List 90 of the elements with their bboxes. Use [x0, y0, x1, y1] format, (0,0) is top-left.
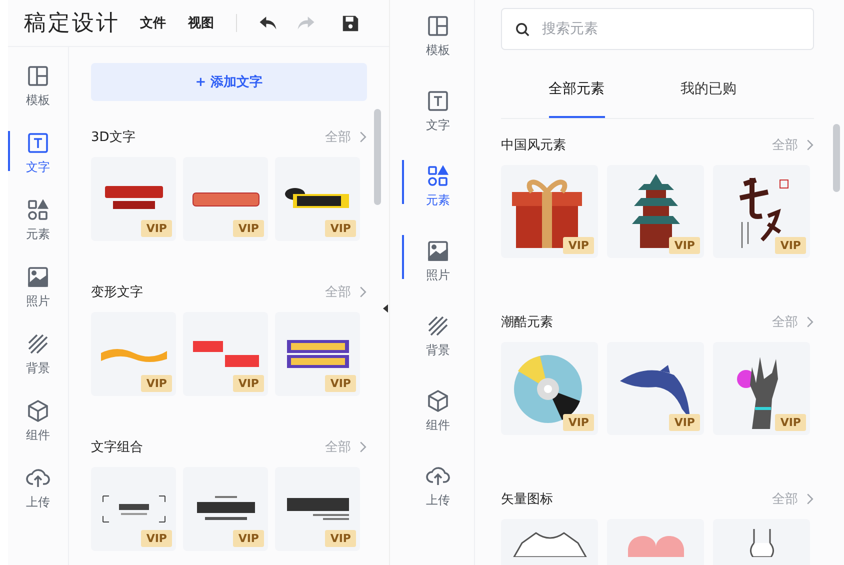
view-all-link[interactable]: 全部 — [772, 490, 814, 508]
vip-badge: VIP — [325, 375, 356, 392]
view-all-link[interactable]: 全部 — [772, 313, 814, 331]
chevron-right-icon — [359, 441, 367, 453]
text-icon — [426, 89, 450, 113]
template-card[interactable]: VIP — [183, 312, 268, 396]
cube-icon — [26, 399, 50, 423]
sidebar-item[interactable]: 模板 — [8, 64, 68, 109]
vip-badge: VIP — [325, 530, 356, 547]
chevron-right-icon — [806, 493, 814, 505]
section-title: 变形文字 — [91, 284, 143, 301]
view-all-link[interactable]: 全部 — [325, 283, 367, 301]
view-all-link[interactable]: 全部 — [325, 438, 367, 456]
sidebar-item[interactable]: 上传 — [8, 466, 68, 511]
template-card[interactable]: VIP — [91, 467, 176, 551]
chevron-right-icon — [806, 316, 814, 328]
sidebar-item[interactable]: 组件 — [402, 389, 474, 434]
section-title: 矢量图标 — [501, 491, 553, 508]
scrollbar[interactable] — [374, 109, 381, 205]
vip-badge: VIP — [233, 530, 264, 547]
sidebar-item[interactable]: 照片 — [402, 239, 474, 284]
view-all-link[interactable]: 全部 — [772, 136, 814, 154]
add-text-button[interactable]: + 添加文字 — [91, 63, 367, 101]
vip-badge: VIP — [563, 414, 594, 431]
chevron-right-icon — [359, 286, 367, 298]
image-icon — [26, 265, 50, 289]
section-title: 中国风元素 — [501, 137, 566, 154]
vip-badge: VIP — [141, 375, 172, 392]
element-card[interactable]: VIP — [713, 342, 810, 435]
cube-icon — [426, 389, 450, 413]
vip-badge: VIP — [563, 237, 594, 254]
vip-badge: VIP — [775, 237, 806, 254]
sidebar-item[interactable]: 文字 — [8, 131, 68, 176]
template-card[interactable]: VIP — [275, 157, 360, 241]
vip-badge: VIP — [669, 414, 700, 431]
save-icon[interactable] — [341, 14, 360, 32]
element-card[interactable]: VIP — [501, 165, 598, 258]
image-icon — [426, 239, 450, 263]
vip-badge: VIP — [141, 530, 172, 547]
view-all-link[interactable]: 全部 — [325, 128, 367, 146]
cloud-upload-icon — [26, 466, 50, 490]
element-card[interactable]: VIP — [607, 165, 704, 258]
sidebar-item[interactable]: 照片 — [8, 265, 68, 310]
stripes-icon — [426, 314, 450, 338]
element-card[interactable]: VIP — [501, 342, 598, 435]
element-card[interactable]: VIP — [607, 342, 704, 435]
template-card[interactable]: VIP — [91, 312, 176, 396]
sidebar-item[interactable]: 元素 — [402, 164, 474, 209]
search-icon — [515, 22, 530, 37]
vip-badge: VIP — [669, 237, 700, 254]
vip-badge: VIP — [233, 375, 264, 392]
sidebar-item[interactable]: 背景 — [8, 332, 68, 377]
template-card[interactable]: VIP — [275, 312, 360, 396]
sidebar-item[interactable]: 元素 — [8, 198, 68, 243]
menu-item[interactable]: 视图 — [188, 14, 214, 32]
layout-icon — [26, 64, 50, 88]
template-card[interactable]: VIP — [275, 467, 360, 551]
sidebar-item[interactable]: 文字 — [402, 89, 474, 134]
section-title: 潮酷元素 — [501, 314, 553, 331]
template-card[interactable]: VIP — [183, 467, 268, 551]
element-card[interactable]: VIP — [713, 165, 810, 258]
shapes-icon — [26, 198, 50, 222]
vip-badge: VIP — [141, 220, 172, 237]
vip-badge: VIP — [775, 414, 806, 431]
vip-badge: VIP — [233, 220, 264, 237]
layout-icon — [426, 14, 450, 38]
collapse-handle-icon[interactable] — [383, 304, 388, 313]
template-card[interactable]: VIP — [183, 157, 268, 241]
chevron-right-icon — [359, 131, 367, 143]
section-title: 3D文字 — [91, 129, 136, 146]
text-art-drawing — [190, 339, 260, 369]
sidebar-item[interactable]: 组件 — [8, 399, 68, 444]
shapes-icon — [426, 164, 450, 188]
vip-badge: VIP — [325, 220, 356, 237]
tab[interactable]: 我的已购 — [680, 72, 736, 118]
section-title: 文字组合 — [91, 439, 143, 456]
search-field[interactable]: 搜索元素 — [501, 8, 814, 50]
tab[interactable]: 全部元素 — [548, 72, 604, 118]
sidebar-item[interactable]: 模板 — [402, 14, 474, 59]
template-card[interactable]: VIP — [91, 157, 176, 241]
chevron-right-icon — [806, 139, 814, 151]
menu-item[interactable]: 文件 — [140, 14, 166, 32]
scrollbar[interactable] — [833, 124, 840, 192]
sidebar-item[interactable]: 上传 — [402, 464, 474, 509]
selection-indicator — [8, 131, 10, 171]
sidebar-item[interactable]: 背景 — [402, 314, 474, 359]
text-icon — [26, 131, 50, 155]
cloud-upload-icon — [426, 464, 450, 488]
stripes-icon — [26, 332, 50, 356]
app-title: 稿定设计 — [24, 10, 120, 38]
